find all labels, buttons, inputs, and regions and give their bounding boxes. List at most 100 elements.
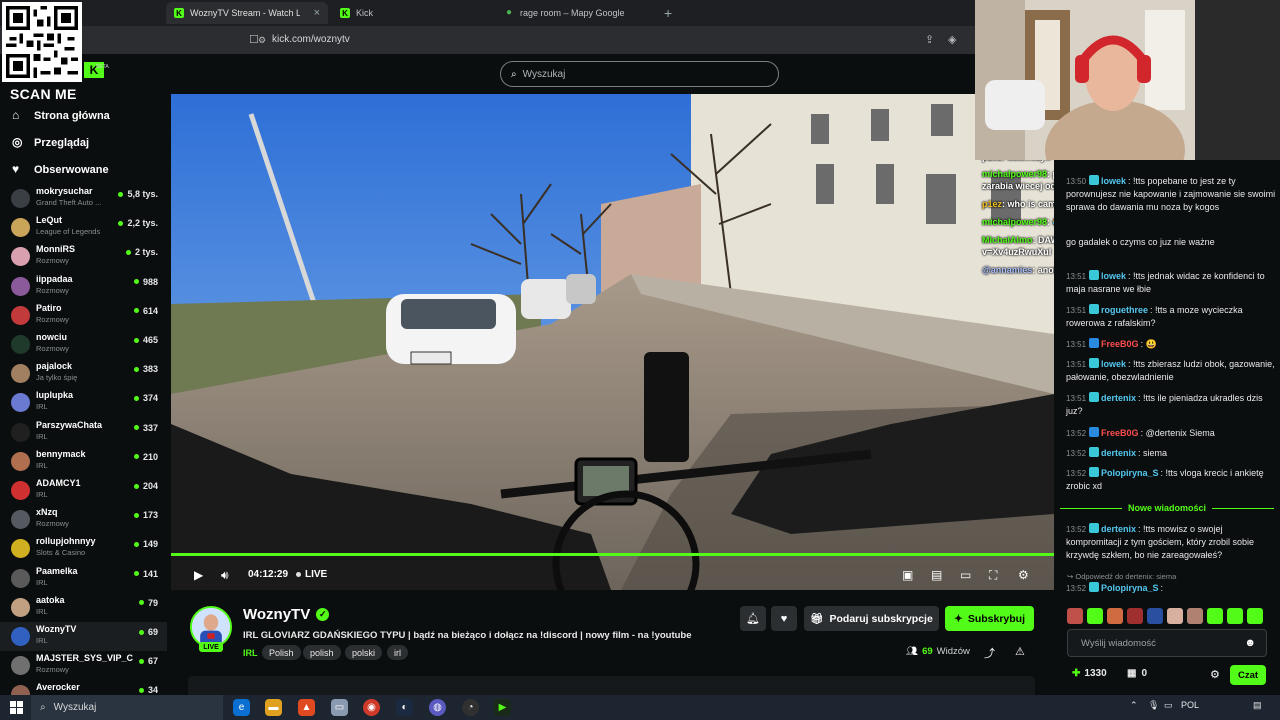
network-icon[interactable]: ▭: [1164, 700, 1173, 711]
report-icon[interactable]: ⚠: [1015, 645, 1025, 658]
share-icon[interactable]: ⤴: [984, 645, 995, 661]
chat-username[interactable]: dertenix: [1101, 524, 1136, 534]
gift-subscriptions-button[interactable]: 🎁︎ Podaruj subskrypcje: [804, 606, 939, 631]
site-settings-icon[interactable]: ⚙: [258, 35, 266, 46]
file-explorer-icon[interactable]: ▬: [265, 699, 282, 716]
chat-username[interactable]: lowek: [1101, 359, 1126, 369]
app-icon[interactable]: ◔: [462, 699, 479, 716]
emote[interactable]: [1087, 608, 1103, 624]
tag-polski[interactable]: polski: [345, 645, 383, 660]
notifications-icon[interactable]: ▤: [1253, 700, 1262, 711]
following-item[interactable]: LeQut League of Legends 2,2 tys.: [0, 213, 167, 242]
chat-username[interactable]: Polopiryna_S: [1101, 583, 1159, 593]
emote[interactable]: [1107, 608, 1123, 624]
chat-message[interactable]: 13:52 Polopiryna_S: !tts vloga krecic i a…: [1066, 467, 1276, 493]
edge-icon[interactable]: e: [233, 699, 250, 716]
chat-message[interactable]: 13:51 FreeB0G: 😃: [1066, 338, 1276, 351]
nav-browse[interactable]: ◎ Przeglądaj: [12, 136, 89, 149]
store-icon[interactable]: ▭: [331, 699, 348, 716]
following-item[interactable]: iippadaa Rozmowy 988: [0, 272, 167, 301]
send-chat-button[interactable]: Czat: [1230, 665, 1266, 685]
emote[interactable]: [1167, 608, 1183, 624]
chat-username[interactable]: lowek: [1101, 176, 1126, 186]
following-item[interactable]: luplupka IRL 374: [0, 388, 167, 417]
following-item[interactable]: ADAMCY1 IRL 204: [0, 476, 167, 505]
tag-irl[interactable]: irl: [387, 645, 408, 660]
search-input[interactable]: ⌕ Wyszukaj: [500, 61, 779, 87]
chat-message[interactable]: 13:52 Polopiryna_S:: [1066, 582, 1276, 595]
playback-progress-bar[interactable]: [171, 553, 1054, 556]
tab-maps[interactable]: ● rage room – Mapy Google: [498, 2, 660, 24]
play-icon[interactable]: ▶: [194, 568, 203, 582]
channel-name[interactable]: WoznyTV ✓: [243, 606, 330, 623]
chat-username[interactable]: Polopiryna_S: [1101, 468, 1159, 478]
close-tab-icon[interactable]: ×: [314, 7, 320, 19]
chat-message[interactable]: 13:50 lowek: !tts popebane to jest ze ty …: [1066, 175, 1276, 214]
chat-message[interactable]: go gadalek o czyms co juz nie ważne: [1066, 236, 1276, 249]
volume-icon[interactable]: 🔊︎: [221, 568, 229, 582]
theater-mode-icon[interactable]: ▭: [960, 568, 971, 582]
chat-username[interactable]: roguethree: [1101, 305, 1148, 315]
tag-polish[interactable]: Polish: [262, 645, 301, 660]
nav-home[interactable]: ⌂ Strona główna: [12, 109, 110, 122]
following-item[interactable]: mokrysuchar Grand Theft Auto ... 5,8 tys.: [0, 184, 167, 213]
following-item[interactable]: bennymack IRL 210: [0, 447, 167, 476]
share-icon[interactable]: ⇪: [925, 33, 934, 46]
following-item[interactable]: aatoka IRL 79: [0, 593, 167, 622]
chat-settings-icon[interactable]: ⚙: [1210, 668, 1220, 681]
following-item[interactable]: MonniRS Rozmowy 2 tys.: [0, 242, 167, 271]
clip-icon[interactable]: ▤: [931, 568, 942, 582]
following-item[interactable]: WoznyTV IRL 69: [0, 622, 167, 651]
chat-message[interactable]: 13:51 roguethree: !tts a moze wycieczka r…: [1066, 304, 1276, 330]
gift-count[interactable]: ▦ 0: [1127, 668, 1147, 679]
tray-chevron-icon[interactable]: ⌃: [1130, 700, 1138, 711]
following-item[interactable]: xNzq Rozmowy 173: [0, 505, 167, 534]
emote[interactable]: [1247, 608, 1263, 624]
chat-message[interactable]: 13:52 FreeB0G: @dertenix Siema: [1066, 427, 1276, 440]
chat-message[interactable]: 13:52 dertenix: siema: [1066, 447, 1276, 460]
brave-shield-icon[interactable]: ◈: [948, 33, 956, 46]
emote[interactable]: [1227, 608, 1243, 624]
chat-username[interactable]: dertenix: [1101, 448, 1136, 458]
new-messages-divider[interactable]: Nowe wiadomości: [1060, 503, 1274, 513]
chat-username[interactable]: FreeB0G: [1101, 339, 1139, 349]
emote[interactable]: [1147, 608, 1163, 624]
nav-following[interactable]: ♥ Obserwowane: [12, 163, 109, 176]
video-player[interactable]: [171, 94, 1054, 590]
follow-button[interactable]: ♥: [771, 606, 797, 631]
kick-app-icon[interactable]: ▶: [494, 699, 511, 716]
following-item[interactable]: nowciu Rozmowy 465: [0, 330, 167, 359]
tab-woznytv[interactable]: K WoznyTV Stream - Watch Live ×: [166, 2, 328, 24]
chat-message[interactable]: 13:51 dertenix: !tts ile pieniadza ukradl…: [1066, 392, 1276, 418]
chat-username[interactable]: FreeB0G: [1101, 428, 1139, 438]
settings-gear-icon[interactable]: ⚙: [1018, 568, 1029, 582]
following-item[interactable]: Patiro Rozmowy 614: [0, 301, 167, 330]
url-field[interactable]: kick.com/woznytv: [272, 34, 350, 45]
emoji-icon[interactable]: ☻: [1244, 637, 1256, 649]
emote[interactable]: [1127, 608, 1143, 624]
chat-message[interactable]: 13:51 lowek: !tts zbierasz ludzi obok, ga…: [1066, 358, 1276, 384]
chat-message-input[interactable]: Wyślij wiadomość ☻: [1067, 629, 1267, 657]
tab-kick[interactable]: K Kick: [332, 2, 494, 24]
subscribe-button[interactable]: ✦ Subskrybuj: [945, 606, 1034, 631]
following-item[interactable]: Paamelka IRL 141: [0, 564, 167, 593]
mic-icon[interactable]: 🎙︎: [1148, 700, 1159, 711]
new-tab-button[interactable]: +: [664, 5, 672, 21]
notifications-button[interactable]: 🔔︎: [740, 606, 766, 631]
emote[interactable]: [1187, 608, 1203, 624]
taskbar-search[interactable]: ⌕ Wyszukaj: [31, 695, 223, 720]
chrome-icon[interactable]: ◉: [363, 699, 380, 716]
chat-username[interactable]: dertenix: [1101, 393, 1136, 403]
stream-category[interactable]: IRL: [243, 648, 258, 658]
channel-points[interactable]: ✚ 1330: [1072, 668, 1107, 679]
tag-polish-lower[interactable]: polish: [303, 645, 341, 660]
chat-message[interactable]: 13:52 dertenix: !tts mowisz o swojej komp…: [1066, 523, 1276, 562]
windows-start-icon[interactable]: [10, 701, 23, 714]
following-item[interactable]: ParszywaChata IRL 337: [0, 418, 167, 447]
emote[interactable]: [1207, 608, 1223, 624]
chat-message[interactable]: 13:51 lowek: !tts jednak widac ze konfide…: [1066, 270, 1276, 296]
keyboard-language[interactable]: POL: [1181, 700, 1199, 710]
brave-icon[interactable]: ▲: [298, 699, 315, 716]
following-item[interactable]: pajalock Ja tylko śpię 383: [0, 359, 167, 388]
following-item[interactable]: rollupjohnnyy Slots & Casino 149: [0, 534, 167, 563]
